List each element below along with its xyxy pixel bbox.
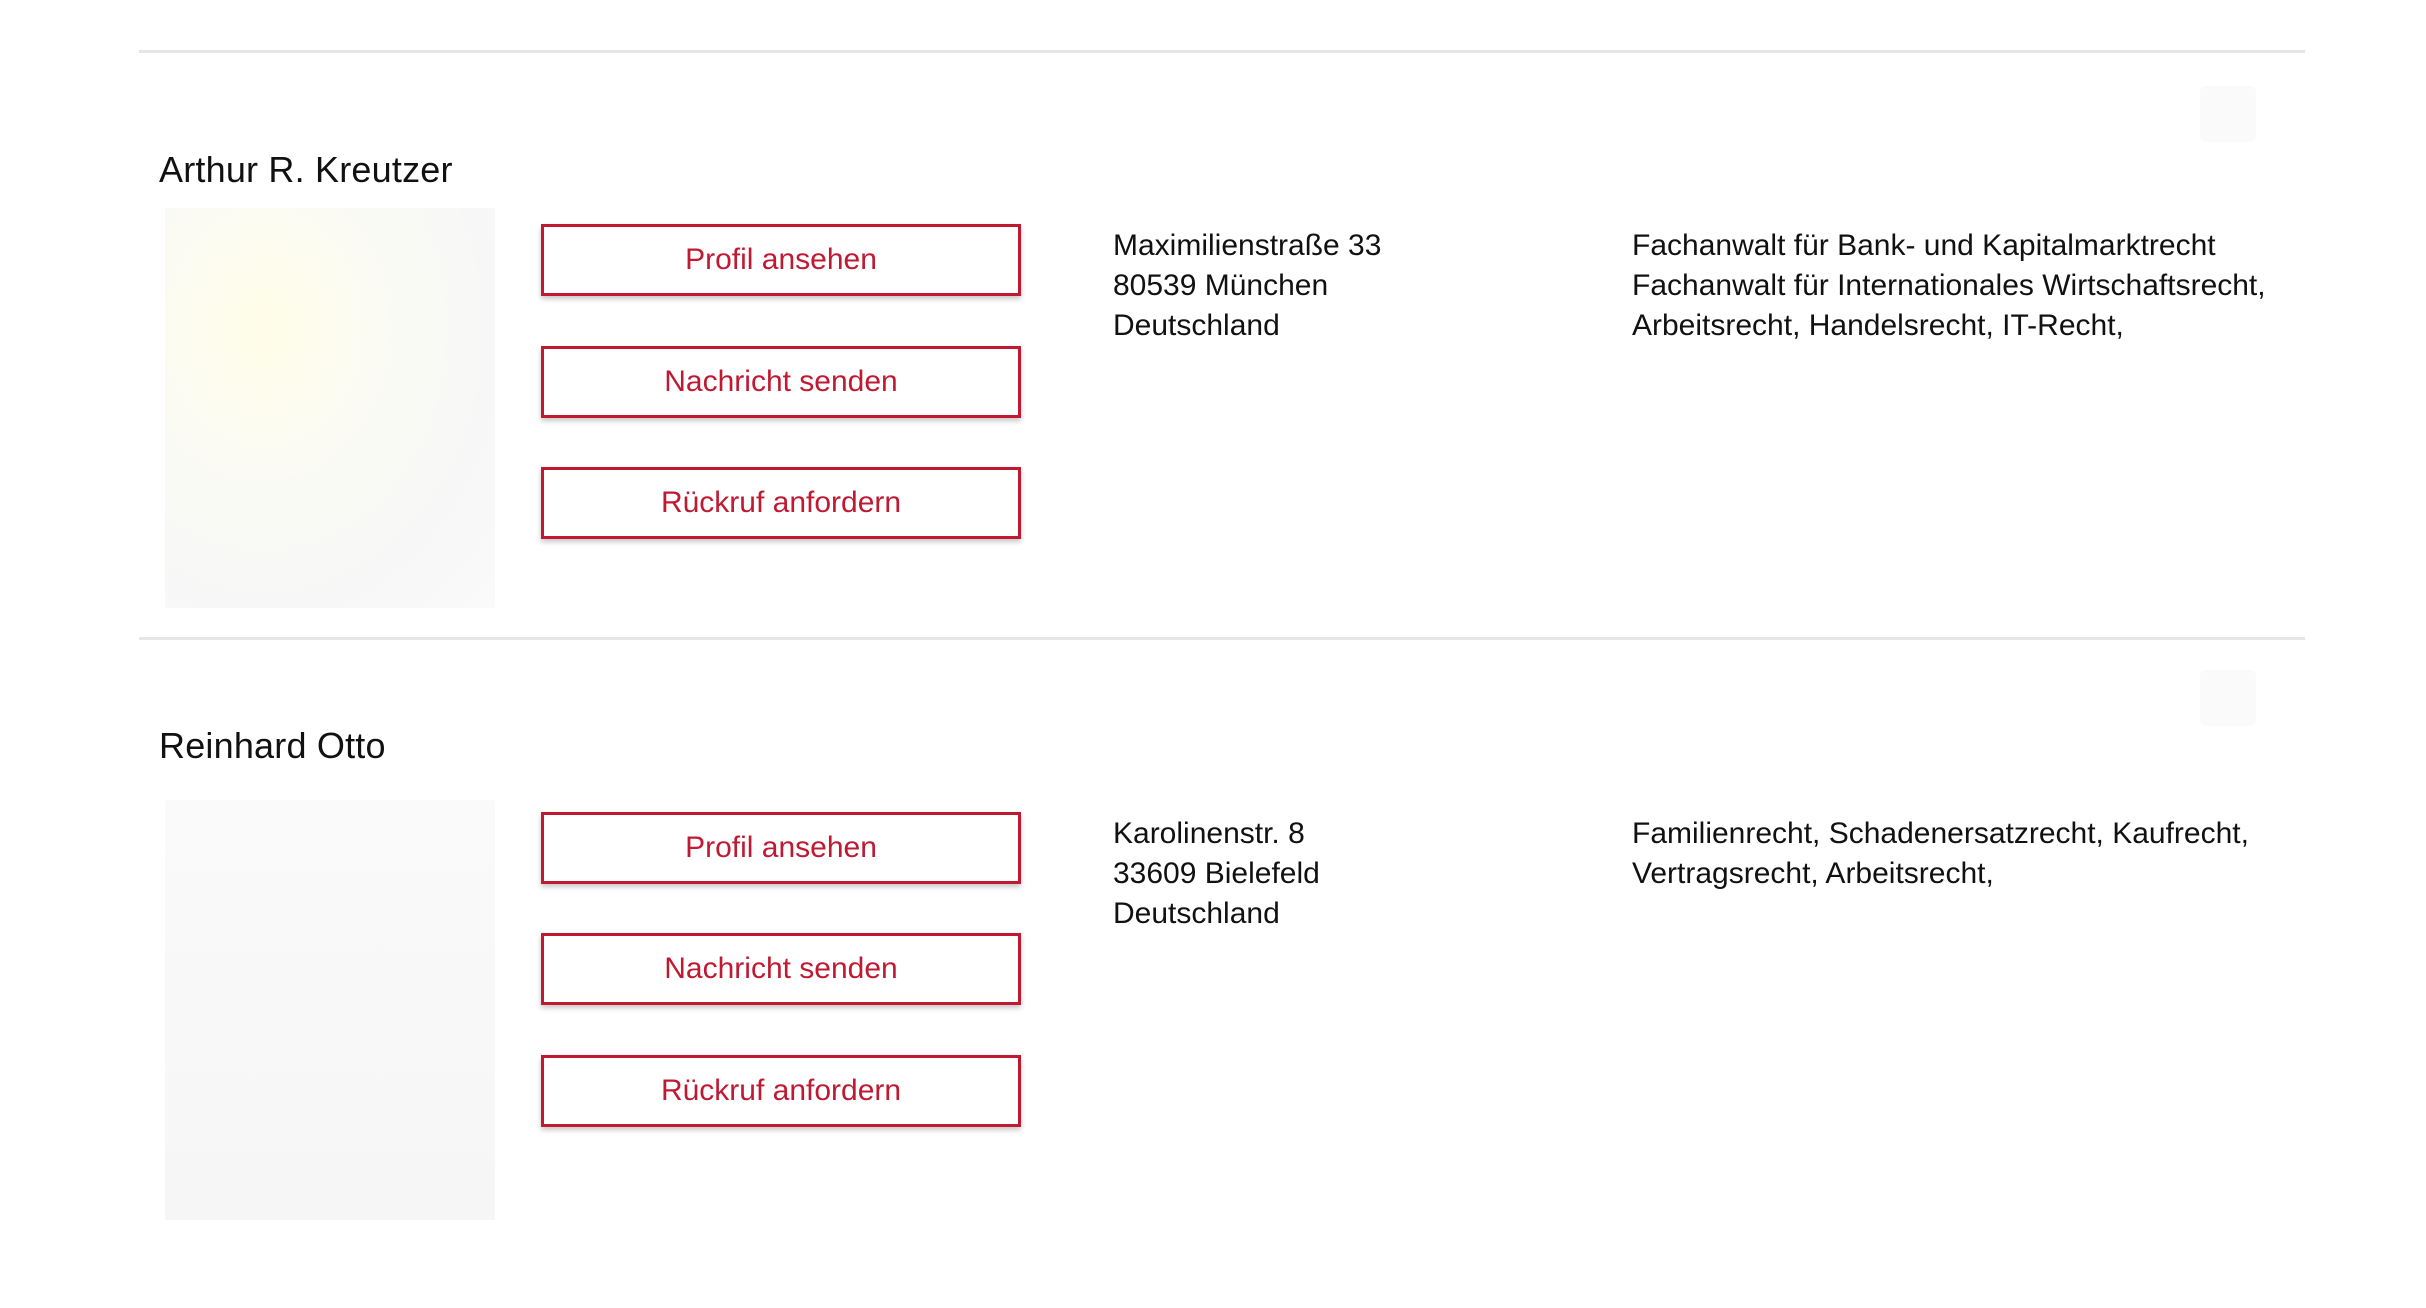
- send-message-button[interactable]: Nachricht senden: [541, 933, 1021, 1005]
- specialty-line: Fachanwalt für Internationales Wirtschaf…: [1632, 269, 2266, 302]
- specialty-line: Vertragsrecht, Arbeitsrecht,: [1632, 857, 1994, 890]
- section-divider: [139, 637, 2305, 640]
- request-callback-button[interactable]: Rückruf anfordern: [541, 467, 1021, 539]
- address-city: 80539 München: [1113, 269, 1329, 302]
- address-country: Deutschland: [1113, 897, 1280, 930]
- address-street: Maximilienstraße 33: [1113, 229, 1382, 262]
- lawyer-address: Karolinenstr. 8 33609 Bielefeld Deutschl…: [1113, 814, 1320, 934]
- address-city: 33609 Bielefeld: [1113, 857, 1320, 890]
- send-message-button[interactable]: Nachricht senden: [541, 346, 1021, 418]
- address-street: Karolinenstr. 8: [1113, 817, 1305, 850]
- lawyer-photo[interactable]: [165, 208, 495, 608]
- lawyer-name[interactable]: Reinhard Otto: [159, 724, 386, 768]
- specialty-line: Arbeitsrecht, Handelsrecht, IT-Recht,: [1632, 309, 2124, 342]
- address-country: Deutschland: [1113, 309, 1280, 342]
- favorite-icon[interactable]: [2200, 670, 2256, 726]
- lawyer-name[interactable]: Arthur R. Kreutzer: [159, 148, 453, 192]
- lawyer-address: Maximilienstraße 33 80539 München Deutsc…: [1113, 226, 1381, 346]
- lawyer-specialties: Fachanwalt für Bank- und Kapitalmarktrec…: [1632, 226, 2266, 346]
- lawyer-photo[interactable]: [165, 800, 495, 1220]
- specialty-line: Fachanwalt für Bank- und Kapitalmarktrec…: [1632, 229, 2216, 262]
- lawyer-card: Reinhard Otto Profil ansehen Nachricht s…: [0, 670, 2426, 1308]
- top-divider: [139, 50, 2305, 53]
- lawyer-specialties: Familienrecht, Schadenersatzrecht, Kaufr…: [1632, 814, 2249, 894]
- view-profile-button[interactable]: Profil ansehen: [541, 812, 1021, 884]
- view-profile-button[interactable]: Profil ansehen: [541, 224, 1021, 296]
- lawyer-card: Arthur R. Kreutzer Profil ansehen Nachri…: [0, 86, 2426, 736]
- specialty-line: Familienrecht, Schadenersatzrecht, Kaufr…: [1632, 817, 2249, 850]
- request-callback-button[interactable]: Rückruf anfordern: [541, 1055, 1021, 1127]
- favorite-icon[interactable]: [2200, 86, 2256, 142]
